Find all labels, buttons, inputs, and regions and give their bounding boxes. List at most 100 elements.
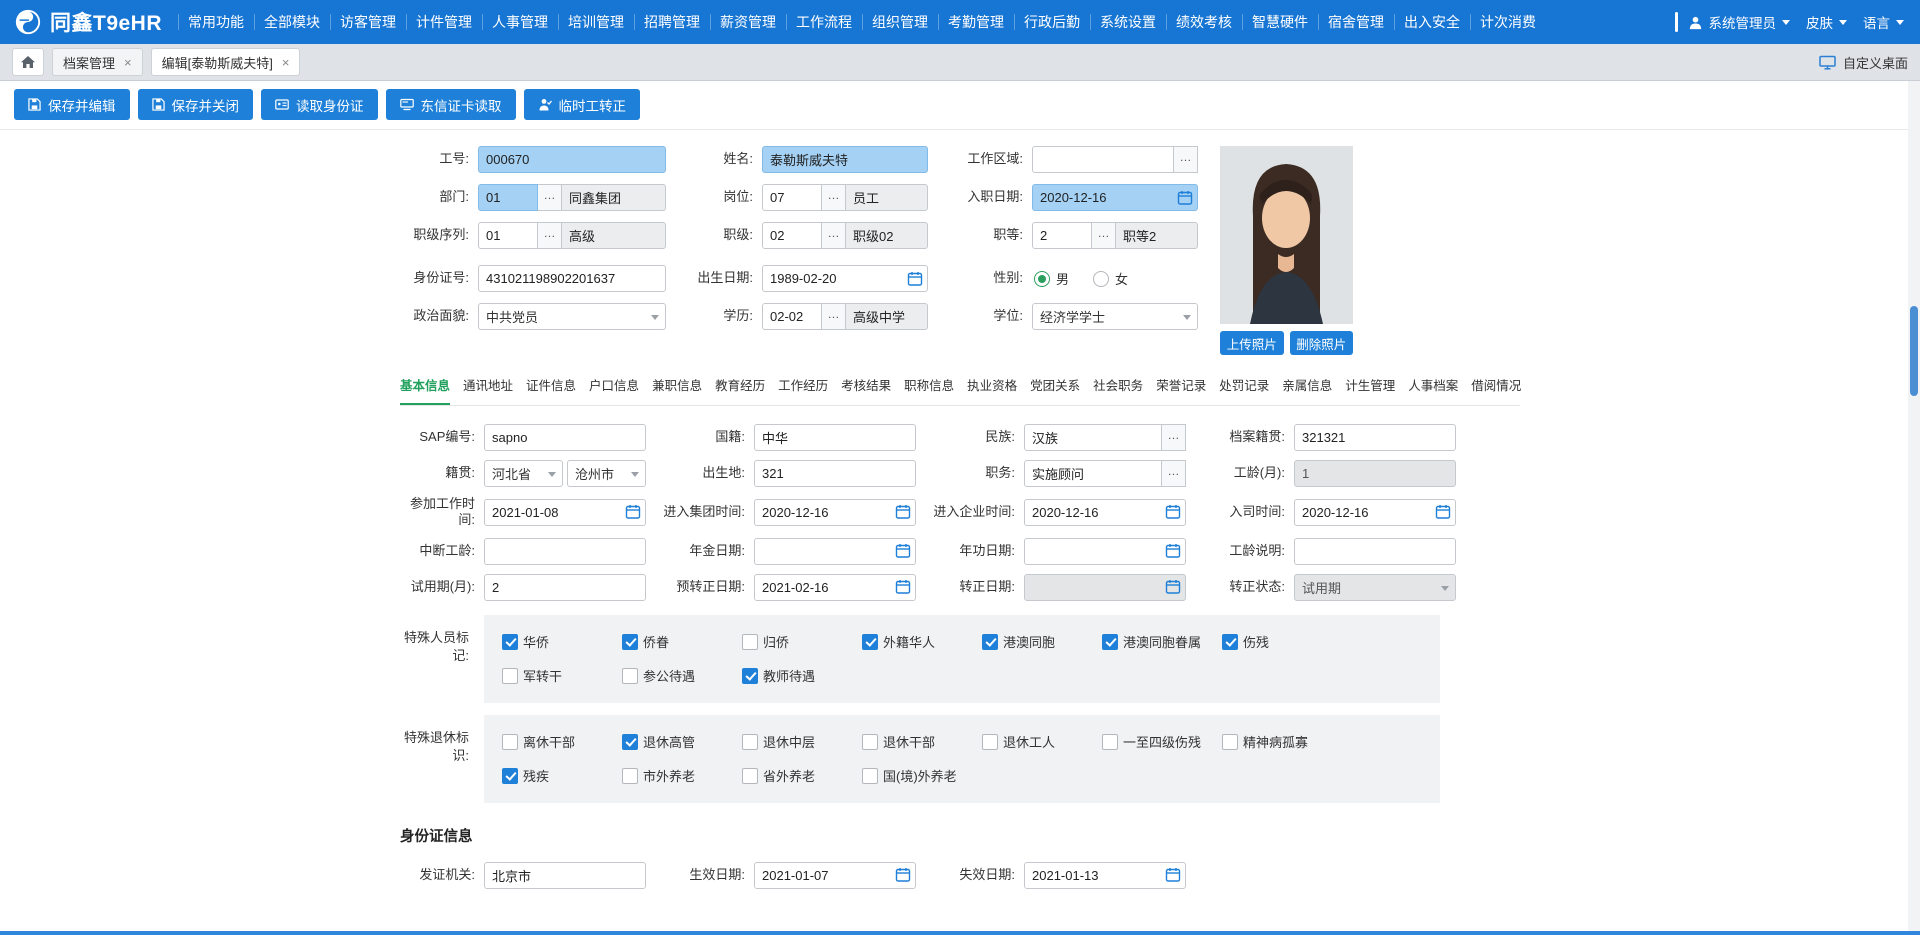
group-join-input[interactable] bbox=[754, 499, 916, 526]
info-tab[interactable]: 户口信息 bbox=[589, 367, 639, 405]
checkbox-item[interactable]: 参公待遇 bbox=[622, 659, 742, 693]
rank-seq-code-input[interactable] bbox=[478, 222, 538, 249]
menu-item[interactable]: 培训管理 bbox=[558, 0, 634, 44]
menu-item[interactable]: 薪资管理 bbox=[710, 0, 786, 44]
calendar-icon[interactable] bbox=[1177, 190, 1193, 206]
ellipsis-picker-icon[interactable] bbox=[538, 184, 562, 211]
checkbox-item[interactable]: 国(境)外养老 bbox=[862, 759, 982, 793]
ellipsis-picker-icon[interactable] bbox=[1174, 146, 1198, 173]
checkbox[interactable] bbox=[1102, 634, 1118, 650]
archive-native-input[interactable] bbox=[1294, 424, 1456, 451]
checkbox-item[interactable]: 港澳同胞眷属 bbox=[1102, 625, 1222, 659]
temp-worker-regular-button[interactable]: 临时工转正 bbox=[524, 89, 641, 120]
calendar-icon[interactable] bbox=[895, 579, 911, 595]
checkbox-item[interactable]: 退休中层 bbox=[742, 725, 862, 759]
menu-item[interactable]: 招聘管理 bbox=[634, 0, 710, 44]
checkbox[interactable] bbox=[1222, 634, 1238, 650]
menu-item[interactable]: 出入安全 bbox=[1394, 0, 1470, 44]
checkbox-item[interactable]: 伤残 bbox=[1222, 625, 1342, 659]
native-province-select[interactable]: 河北省 bbox=[484, 460, 563, 487]
info-tab[interactable]: 基本信息 bbox=[400, 367, 450, 405]
native-city-select[interactable]: 沧州市 bbox=[567, 460, 646, 487]
scrollbar[interactable] bbox=[1908, 81, 1920, 935]
menu-item[interactable]: 绩效考核 bbox=[1166, 0, 1242, 44]
menu-item[interactable]: 宿舍管理 bbox=[1318, 0, 1394, 44]
ellipsis-picker-icon[interactable] bbox=[1162, 424, 1186, 451]
read-idcard-button[interactable]: 读取身份证 bbox=[261, 89, 378, 120]
menu-item[interactable]: 计次消费 bbox=[1470, 0, 1546, 44]
menu-item[interactable]: 计件管理 bbox=[406, 0, 482, 44]
close-icon[interactable] bbox=[124, 56, 132, 69]
checkbox-item[interactable]: 市外养老 bbox=[622, 759, 742, 793]
info-tab[interactable]: 兼职信息 bbox=[652, 367, 702, 405]
political-select[interactable]: 中共党员 bbox=[478, 303, 666, 330]
info-tab[interactable]: 证件信息 bbox=[526, 367, 576, 405]
hire-date-input[interactable] bbox=[1032, 184, 1198, 211]
user-menu[interactable]: 系统管理员 bbox=[1688, 12, 1791, 32]
calendar-icon[interactable] bbox=[907, 271, 923, 287]
checkbox-item[interactable]: 精神病孤寡 bbox=[1222, 725, 1342, 759]
info-tab[interactable]: 职称信息 bbox=[904, 367, 954, 405]
calendar-icon[interactable] bbox=[1165, 543, 1181, 559]
checkbox-item[interactable]: 省外养老 bbox=[742, 759, 862, 793]
home-button[interactable] bbox=[12, 48, 44, 76]
info-tab[interactable]: 考核结果 bbox=[841, 367, 891, 405]
menu-overflow-indicator[interactable] bbox=[1675, 12, 1678, 32]
info-tab[interactable]: 社会职务 bbox=[1093, 367, 1143, 405]
break-service-input[interactable] bbox=[484, 538, 646, 565]
sap-no-input[interactable] bbox=[484, 424, 646, 451]
calendar-icon[interactable] bbox=[1165, 579, 1181, 595]
ellipsis-picker-icon[interactable] bbox=[1092, 222, 1116, 249]
skin-menu[interactable]: 皮肤 bbox=[1806, 12, 1847, 32]
checkbox[interactable] bbox=[982, 634, 998, 650]
emp-no-input[interactable] bbox=[478, 146, 666, 173]
checkbox[interactable] bbox=[862, 768, 878, 784]
menu-item[interactable]: 常用功能 bbox=[178, 0, 254, 44]
grade-code-input[interactable] bbox=[1032, 222, 1092, 249]
education-code-input[interactable] bbox=[762, 303, 822, 330]
calendar-icon[interactable] bbox=[1165, 867, 1181, 883]
checkbox-item[interactable]: 一至四级伤残 bbox=[1102, 725, 1222, 759]
checkbox[interactable] bbox=[622, 734, 638, 750]
checkbox[interactable] bbox=[982, 734, 998, 750]
info-tab[interactable]: 亲属信息 bbox=[1282, 367, 1332, 405]
checkbox[interactable] bbox=[742, 668, 758, 684]
pre-regular-date-input[interactable] bbox=[754, 574, 916, 601]
menu-item[interactable]: 工作流程 bbox=[786, 0, 862, 44]
info-tab[interactable]: 处罚记录 bbox=[1219, 367, 1269, 405]
checkbox[interactable] bbox=[622, 668, 638, 684]
menu-item[interactable]: 系统设置 bbox=[1090, 0, 1166, 44]
checkbox[interactable] bbox=[742, 634, 758, 650]
calendar-icon[interactable] bbox=[625, 504, 641, 520]
language-menu[interactable]: 语言 bbox=[1863, 12, 1904, 32]
menu-item[interactable]: 人事管理 bbox=[482, 0, 558, 44]
menu-item[interactable]: 考勤管理 bbox=[938, 0, 1014, 44]
post-code-input[interactable] bbox=[762, 184, 822, 211]
info-tab[interactable]: 借阅情况 bbox=[1471, 367, 1521, 405]
calendar-icon[interactable] bbox=[895, 867, 911, 883]
tab-edit-employee[interactable]: 编辑[泰勒斯威夫特] bbox=[151, 48, 301, 76]
info-tab[interactable]: 执业资格 bbox=[967, 367, 1017, 405]
info-tab[interactable]: 工作经历 bbox=[778, 367, 828, 405]
save-edit-button[interactable]: 保存并编辑 bbox=[14, 89, 130, 120]
info-tab[interactable]: 计生管理 bbox=[1345, 367, 1395, 405]
close-icon[interactable] bbox=[282, 56, 290, 69]
info-tab[interactable]: 人事档案 bbox=[1408, 367, 1458, 405]
entry-date-input[interactable] bbox=[1294, 499, 1456, 526]
dept-code-input[interactable] bbox=[478, 184, 538, 211]
ellipsis-picker-icon[interactable] bbox=[538, 222, 562, 249]
info-tab[interactable]: 教育经历 bbox=[715, 367, 765, 405]
probation-input[interactable] bbox=[484, 574, 646, 601]
checkbox[interactable] bbox=[502, 734, 518, 750]
dongxin-card-read-button[interactable]: 东信证卡读取 bbox=[386, 89, 516, 120]
menu-item[interactable]: 行政后勤 bbox=[1014, 0, 1090, 44]
checkbox-item[interactable]: 归侨 bbox=[742, 625, 862, 659]
checkbox-item[interactable]: 侨眷 bbox=[622, 625, 742, 659]
info-tab[interactable]: 荣誉记录 bbox=[1156, 367, 1206, 405]
checkbox[interactable] bbox=[622, 768, 638, 784]
checkbox-item[interactable]: 退休干部 bbox=[862, 725, 982, 759]
calendar-icon[interactable] bbox=[1165, 504, 1181, 520]
duty-input[interactable] bbox=[1024, 460, 1162, 487]
calendar-icon[interactable] bbox=[1435, 504, 1451, 520]
checkbox[interactable] bbox=[862, 634, 878, 650]
